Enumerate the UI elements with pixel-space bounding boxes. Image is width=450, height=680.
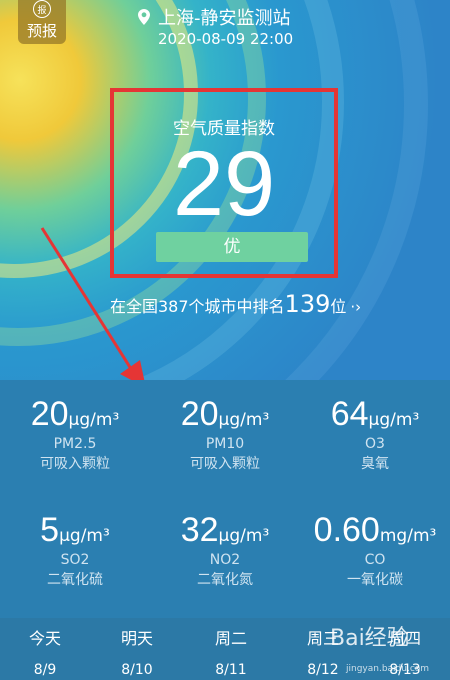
tab-day-today[interactable]: 今天 8/9 [0, 628, 90, 680]
pollutant-unit: μg/m³ [368, 410, 420, 430]
pollutant-value: 20 [30, 395, 69, 433]
pollutant-cn-name: 二氧化氮 [197, 572, 253, 588]
pollutant-grid: 20μg/m³ PM2.5 可吸入颗粒 20μg/m³ PM10 可吸入颗粒 6… [0, 380, 450, 618]
pollutant-unit: μg/m³ [218, 410, 270, 430]
pollutant-unit: μg/m³ [59, 526, 110, 546]
pollutant-unit: μg/m³ [68, 410, 120, 430]
day-label: 今天 [28, 629, 61, 648]
day-label: 明天 [120, 629, 153, 648]
pollutant-pm10[interactable]: 20μg/m³ PM10 可吸入颗粒 [150, 394, 300, 474]
pollutant-name: PM10 [205, 436, 245, 452]
baidu-watermark-url: jingyan.baidu.com [346, 664, 430, 674]
day-date: 8/11 [215, 662, 247, 678]
pollutant-value: 64 [330, 395, 369, 433]
pollutant-name: O3 [365, 436, 385, 452]
pollutant-value: 0.60 [313, 511, 380, 549]
pollutant-pm25[interactable]: 20μg/m³ PM2.5 可吸入颗粒 [0, 394, 150, 474]
aqi-screen: 报 预报 上海-静安监测站 2020-08-09 22:00 空气质量指数 29… [0, 0, 450, 680]
annotation-arrow-icon [40, 227, 146, 388]
pollutant-name: NO2 [209, 552, 241, 568]
pollutant-cn-name: 一氧化碳 [347, 572, 403, 588]
baidu-watermark: Bai经验 [330, 626, 409, 651]
pollutant-so2[interactable]: 5μg/m³ SO2 二氧化硫 [0, 510, 150, 590]
pollutant-value: 5 [40, 511, 60, 549]
day-label: 周二 [214, 629, 247, 648]
tab-day-tomorrow[interactable]: 明天 8/10 [92, 628, 182, 680]
pollutant-name: PM2.5 [53, 436, 97, 452]
pollutant-co[interactable]: 0.60mg/m³ CO 一氧化碳 [300, 510, 450, 590]
pollutant-value: 20 [180, 395, 219, 433]
day-date: 8/9 [33, 662, 57, 678]
pollutant-cn-name: 可吸入颗粒 [40, 456, 110, 472]
pollutant-cn-name: 可吸入颗粒 [190, 456, 260, 472]
pollutant-unit: mg/m³ [379, 526, 437, 546]
pollutant-name: CO [364, 552, 386, 568]
pollutant-no2[interactable]: 32μg/m³ NO2 二氧化氮 [150, 510, 300, 590]
day-date: 8/10 [121, 662, 153, 678]
pollutant-o3[interactable]: 64μg/m³ O3 臭氧 [300, 394, 450, 474]
tab-day-tue[interactable]: 周二 8/11 [186, 628, 276, 680]
pollutant-value: 32 [180, 511, 219, 549]
pollutant-name: SO2 [60, 552, 90, 568]
pollutant-unit: μg/m³ [218, 526, 270, 546]
pollutant-cn-name: 臭氧 [361, 456, 389, 472]
pollutant-cn-name: 二氧化硫 [47, 572, 103, 588]
